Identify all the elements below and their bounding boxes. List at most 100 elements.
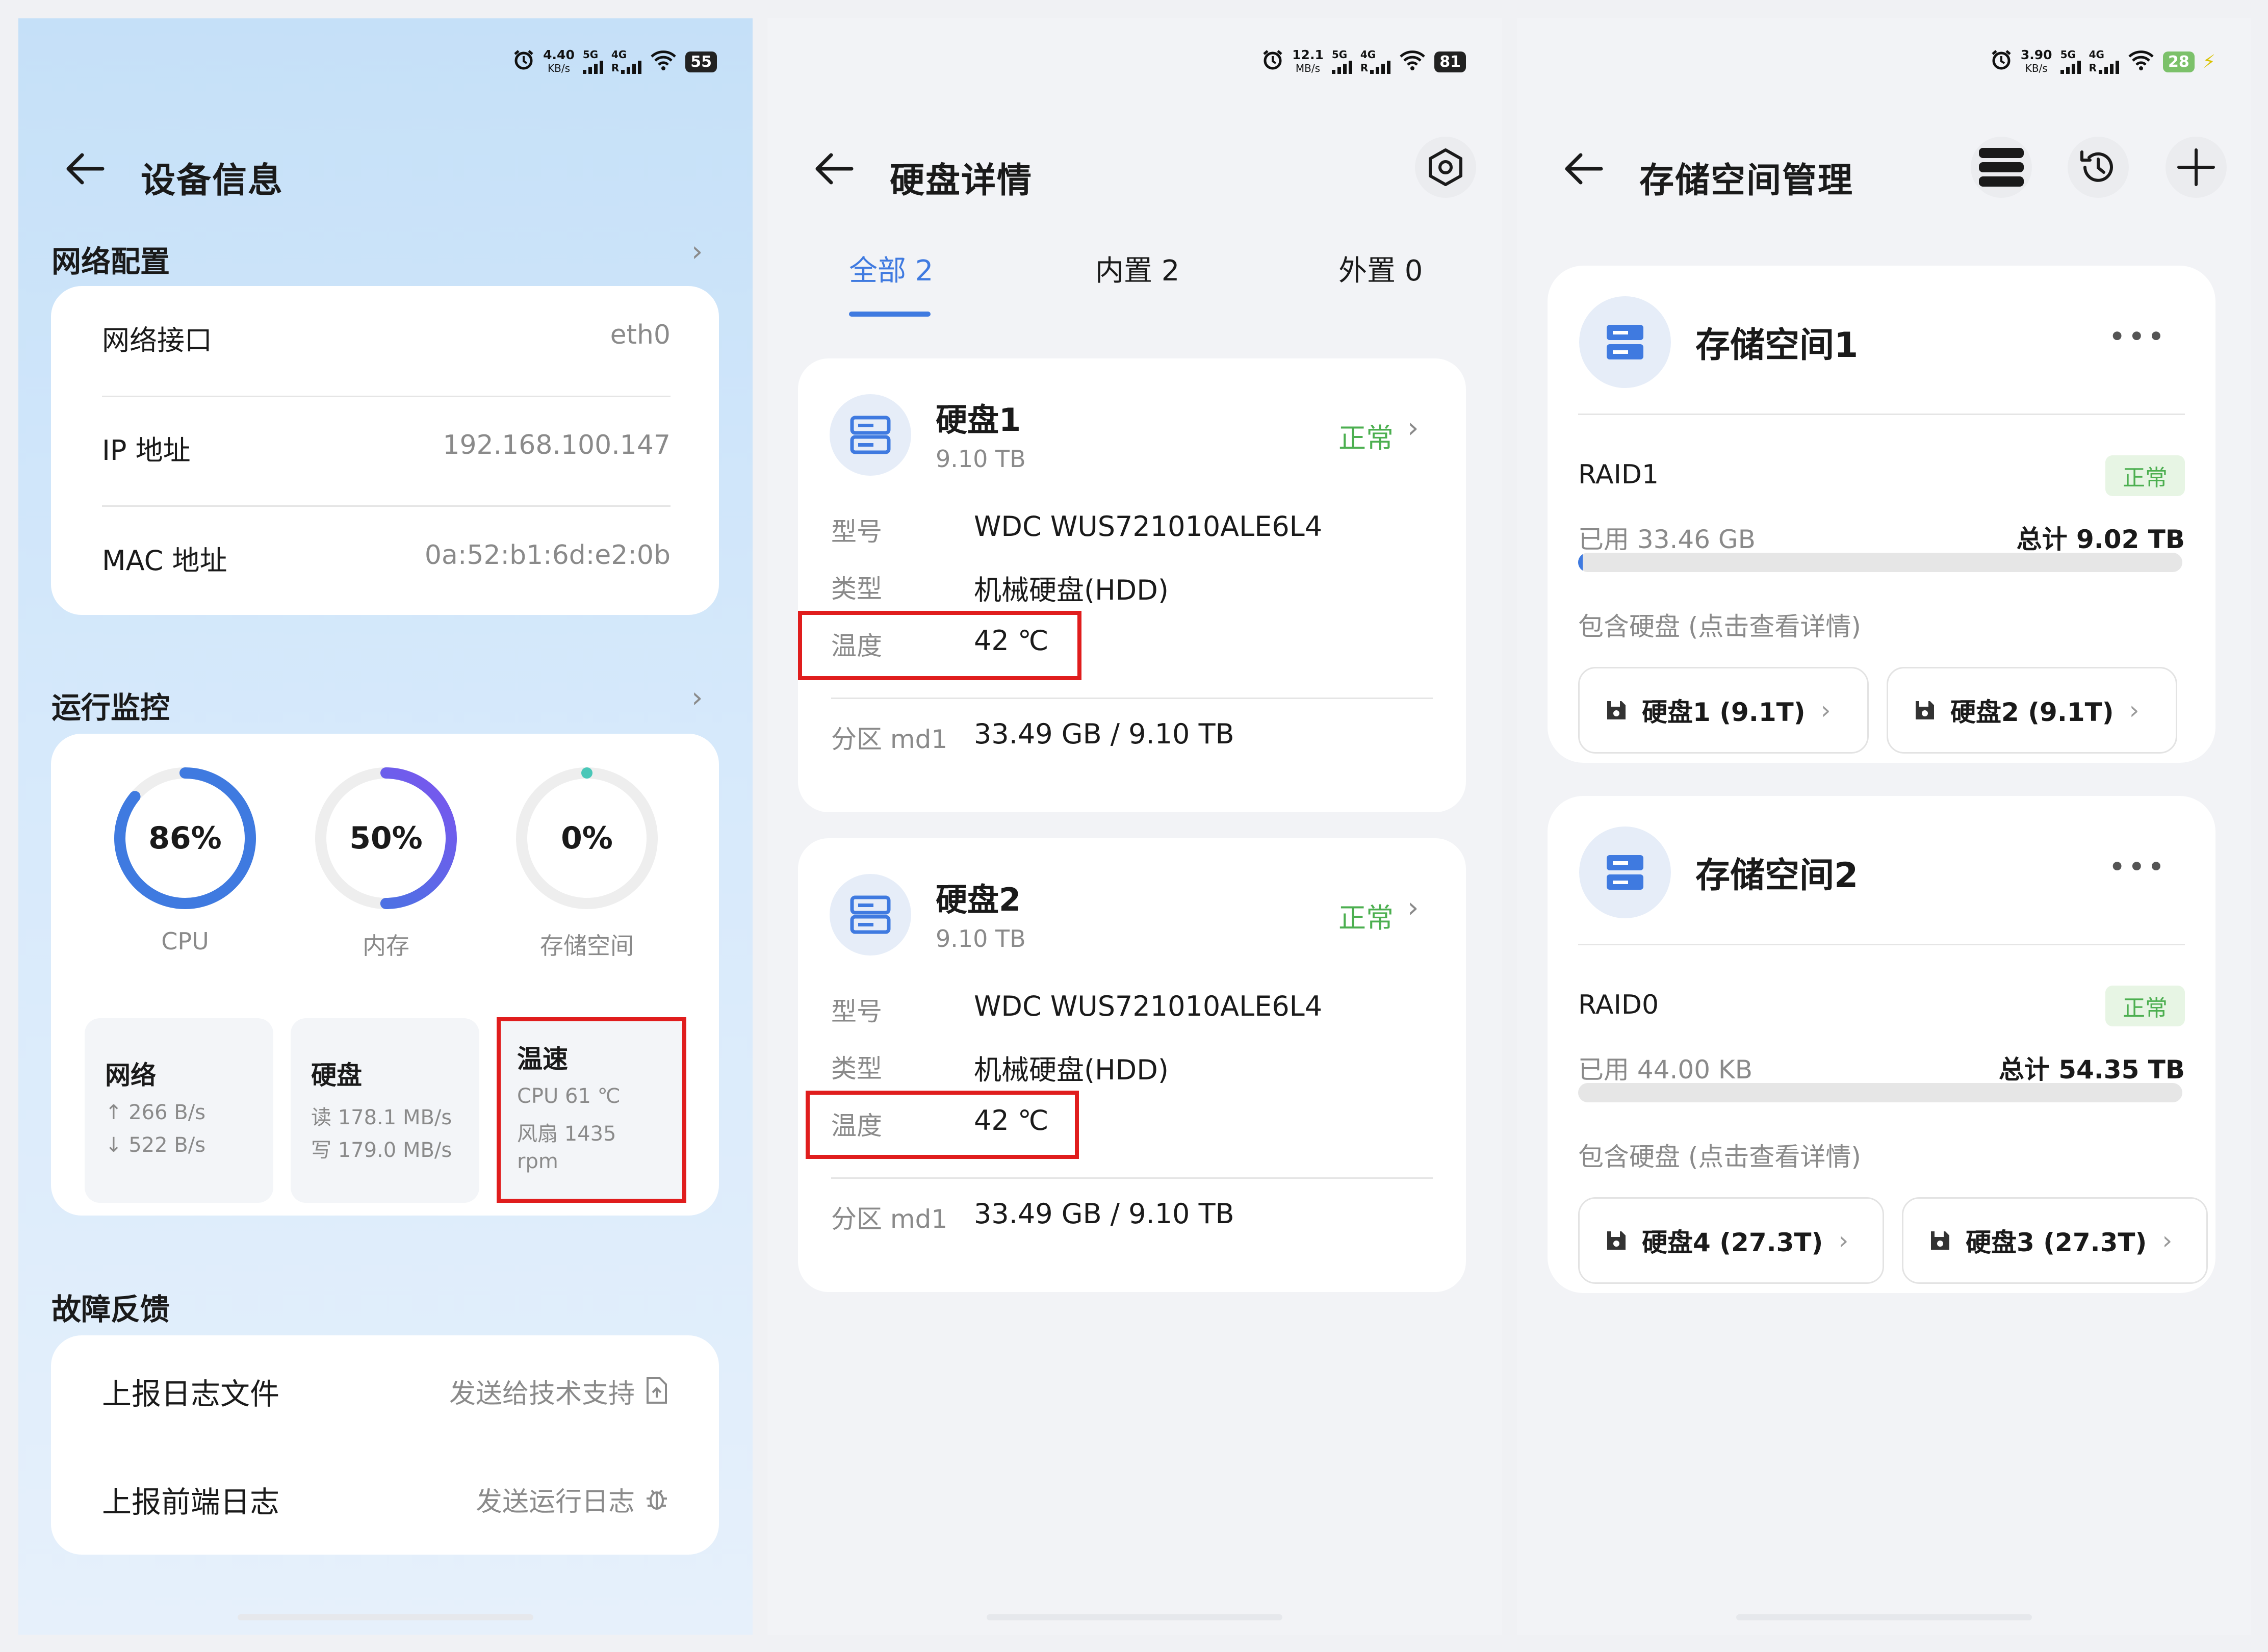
add-icon[interactable]: [2166, 137, 2227, 198]
wifi-icon: [650, 48, 677, 75]
total-capacity: 总计 9.02 TB: [2016, 525, 2185, 554]
ip-address-label: IP 地址: [102, 434, 191, 467]
status-bar: 3.90 KB/s 5G 4G R 28 ⚡: [1990, 39, 2215, 85]
server-icon: [1607, 325, 1643, 359]
disk-card-2[interactable]: 硬盘2 9.10 TB 正常 › 型号 WDC WUS721010ALE6L4 …: [798, 838, 1466, 1292]
more-options-icon[interactable]: •••: [2108, 319, 2167, 354]
storage-management-screen: 3.90 KB/s 5G 4G R 28 ⚡ 存储空间管理 存储空间1 ••• RA…: [1517, 18, 2251, 1635]
storage-value: 0%: [561, 820, 613, 856]
network-interface-value: eth0: [610, 320, 671, 350]
disk-chip-label: 硬盘1 (9.1T): [1642, 698, 1806, 727]
back-arrow-icon[interactable]: [64, 151, 105, 189]
status-badge: 正常: [1338, 902, 1394, 934]
network-stat-tile[interactable]: 网络 ↑ 266 B/s ↓ 522 B/s: [85, 1018, 273, 1203]
disk-chip-2[interactable]: 硬盘2 (9.1T) ›: [1887, 667, 2177, 754]
chevron-right-icon[interactable]: ›: [691, 235, 703, 268]
status-badge: 正常: [1338, 422, 1394, 454]
disk-chip-3[interactable]: 硬盘3 (27.3T) ›: [1902, 1197, 2208, 1284]
model-value: WDC WUS721010ALE6L4: [974, 990, 1323, 1022]
network-download: ↓ 522 B/s: [105, 1133, 206, 1157]
disk-icon-wrap: [830, 874, 911, 956]
device-info-screen: 4.40 KB/s 5G 4G R 55 设备信息 网络配置 › 网络接口 eth0…: [18, 18, 753, 1635]
signal-4g-icon: 4G R: [2089, 49, 2119, 74]
save-disk-icon: [1607, 701, 1626, 719]
divider: [1578, 944, 2185, 945]
feedback-section-title: 故障反馈: [51, 1292, 170, 1327]
storage-list-icon[interactable]: [1971, 137, 2032, 198]
wifi-icon: [1399, 48, 1426, 75]
partition-label: 分区 md1: [831, 725, 948, 754]
highlight-box: [497, 1017, 686, 1203]
divider: [102, 396, 671, 397]
history-icon[interactable]: [2068, 137, 2129, 198]
divider: [831, 698, 1433, 699]
disk-name: 硬盘1: [936, 401, 1021, 438]
type-value: 机械硬盘(HDD): [974, 574, 1169, 606]
upload-log-value: 发送给技术支持: [449, 1379, 635, 1409]
battery-icon: 81: [1434, 51, 1466, 72]
disk-stat-tile[interactable]: 硬盘 读 178.1 MB/s 写 179.0 MB/s: [291, 1018, 479, 1203]
storage-space-card-1[interactable]: 存储空间1 ••• RAID1 正常 已用 33.46 GB 总计 9.02 T…: [1548, 266, 2215, 763]
storage-space-card-2[interactable]: 存储空间2 ••• RAID0 正常 已用 44.00 KB 总计 54.35 …: [1548, 796, 2215, 1293]
tab-external[interactable]: 外置 0: [1338, 248, 1423, 289]
storage-icon-wrap: [1579, 296, 1671, 388]
chevron-right-icon: ›: [1407, 411, 1419, 445]
status-badge: 正常: [2105, 986, 2185, 1026]
save-disk-icon: [1931, 1231, 1949, 1250]
tab-all[interactable]: 全部 2: [849, 248, 933, 289]
tab-internal[interactable]: 内置 2: [1095, 248, 1179, 289]
signal-4g-icon: 4G R: [1360, 49, 1391, 74]
wifi-icon: [2127, 48, 2155, 75]
network-section-title: 网络配置: [51, 244, 170, 279]
cpu-label: CPU: [161, 927, 209, 955]
type-label: 类型: [831, 574, 882, 604]
upload-log-row[interactable]: 上报日志文件 发送给技术支持: [51, 1335, 719, 1445]
type-label: 类型: [831, 1054, 882, 1083]
memory-ring: 50%: [312, 764, 460, 912]
mac-address-label: MAC 地址: [102, 545, 227, 577]
chevron-right-icon[interactable]: ›: [691, 681, 703, 714]
back-arrow-icon[interactable]: [1563, 151, 1604, 189]
total-capacity: 总计 54.35 TB: [1998, 1055, 2185, 1085]
disk-write: 写 179.0 MB/s: [311, 1139, 452, 1162]
partition-value: 33.49 GB / 9.10 TB: [974, 718, 1234, 750]
more-options-icon[interactable]: •••: [2108, 849, 2167, 884]
status-badge: 正常: [2105, 455, 2185, 496]
storage-space-name: 存储空间2: [1695, 856, 1859, 896]
signal-5g-icon: 5G: [582, 49, 603, 74]
disk-stat-title: 硬盘: [311, 1061, 362, 1090]
back-arrow-icon[interactable]: [813, 151, 854, 189]
raid-level: RAID1: [1578, 459, 1659, 490]
alarm-icon: [1990, 48, 2013, 75]
used-capacity: 已用 33.46 GB: [1578, 525, 1756, 554]
monitor-card: 86% CPU 50% 内存 0% 存储空间 网络 ↑ 266 B/s ↓ 52…: [51, 734, 719, 1216]
battery-icon: 28: [2162, 51, 2195, 72]
net-speed: 12.1 MB/s: [1292, 47, 1324, 75]
disk-card-1[interactable]: 硬盘1 9.10 TB 正常 › 型号 WDC WUS721010ALE6L4 …: [798, 358, 1466, 812]
status-bar: 4.40 KB/s 5G 4G R 55: [512, 39, 717, 85]
disk-name: 硬盘2: [936, 881, 1021, 918]
signal-5g-icon: 5G: [2060, 49, 2081, 74]
settings-hexagon-icon[interactable]: [1415, 137, 1476, 198]
home-indicator: [987, 1614, 1282, 1620]
used-capacity: 已用 44.00 KB: [1578, 1055, 1753, 1085]
page-title: 硬盘详情: [890, 161, 1033, 201]
disk-chip-4[interactable]: 硬盘4 (27.3T) ›: [1578, 1197, 1884, 1284]
upload-file-icon: [645, 1376, 669, 1407]
highlight-box: [806, 1091, 1079, 1159]
upload-frontend-log-row[interactable]: 上报前端日志 发送运行日志: [51, 1445, 719, 1555]
battery-icon: 55: [685, 51, 717, 72]
disk-chip-label: 硬盘3 (27.3T): [1966, 1228, 2147, 1257]
model-label: 型号: [831, 517, 882, 547]
disk-icon-wrap: [830, 394, 911, 476]
server-icon: [850, 416, 891, 454]
status-bar: 12.1 MB/s 5G 4G R 81: [1261, 39, 1466, 85]
chevron-right-icon: ›: [1838, 1226, 1849, 1255]
contains-disks-label: 包含硬盘 (点击查看详情): [1578, 612, 1861, 641]
home-indicator: [238, 1614, 533, 1620]
disk-chip-1[interactable]: 硬盘1 (9.1T) ›: [1578, 667, 1869, 754]
highlight-box: [798, 611, 1081, 680]
partition-label: 分区 md1: [831, 1204, 948, 1234]
upload-log-label: 上报日志文件: [102, 1377, 280, 1411]
server-icon: [850, 895, 891, 934]
